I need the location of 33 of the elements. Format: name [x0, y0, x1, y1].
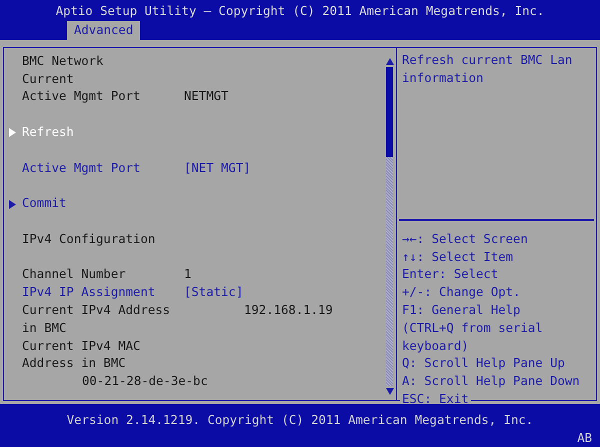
setting-label: Active Mgmt Port — [21, 88, 142, 106]
triangle-icon — [9, 200, 16, 209]
menu-tab[interactable]: Advanced — [67, 20, 140, 40]
key-hint: →←: Select Screen — [402, 230, 529, 248]
option-value[interactable]: [Static] — [184, 284, 244, 302]
submenu-item[interactable]: Refresh — [4, 124, 78, 142]
scroll-thumb[interactable] — [386, 66, 393, 157]
option-value[interactable]: [NET MGT] — [184, 160, 251, 178]
setting-value: 192.168.1.19 — [243, 302, 333, 319]
triangle-icon — [9, 128, 16, 138]
setting-label: Channel Number — [21, 266, 127, 284]
setting-label: Current IPv4 MAC Address in BMC — [21, 338, 142, 372]
help-description: Refresh current BMC Lan information — [402, 52, 574, 87]
version-text: Version 2.14.1219. Copyright (C) 2011 American Megatrends, Inc. — [66, 412, 534, 429]
key-hint: ↑↓: Select Item — [402, 248, 514, 266]
setting-label: Current IPv4 Address in BMC — [21, 302, 172, 337]
setting-value: 00-21-28-de-3e-bc — [81, 373, 209, 390]
key-hint: Enter: Select — [402, 266, 500, 284]
mode-indicator: AB — [577, 430, 593, 447]
key-hint: (CTRL+Q from serial keyboard) — [402, 320, 544, 355]
setting-value: 1 — [184, 266, 192, 284]
setting-label: Active Mgmt Port — [21, 160, 142, 177]
setting-label: BMC Network — [21, 52, 104, 70]
setting-label: IPv4 Configuration — [21, 230, 156, 248]
window-title: Aptio Setup Utility – Copyright (C) 2011 American Megatrends, Inc. — [54, 3, 546, 20]
key-hint: Q: Scroll Help Pane Up — [402, 355, 566, 372]
setting-value: NETMGT — [184, 88, 228, 106]
submenu-item[interactable]: Commit — [4, 195, 70, 213]
key-hint: +/-: Change Opt. — [402, 284, 522, 302]
key-hint: A: Scroll Help Pane Down — [402, 373, 581, 390]
setting-label: Current — [21, 70, 75, 88]
setting-label: IPv4 IP Assignment — [21, 284, 156, 302]
key-hint: F1: General Help — [402, 302, 522, 319]
